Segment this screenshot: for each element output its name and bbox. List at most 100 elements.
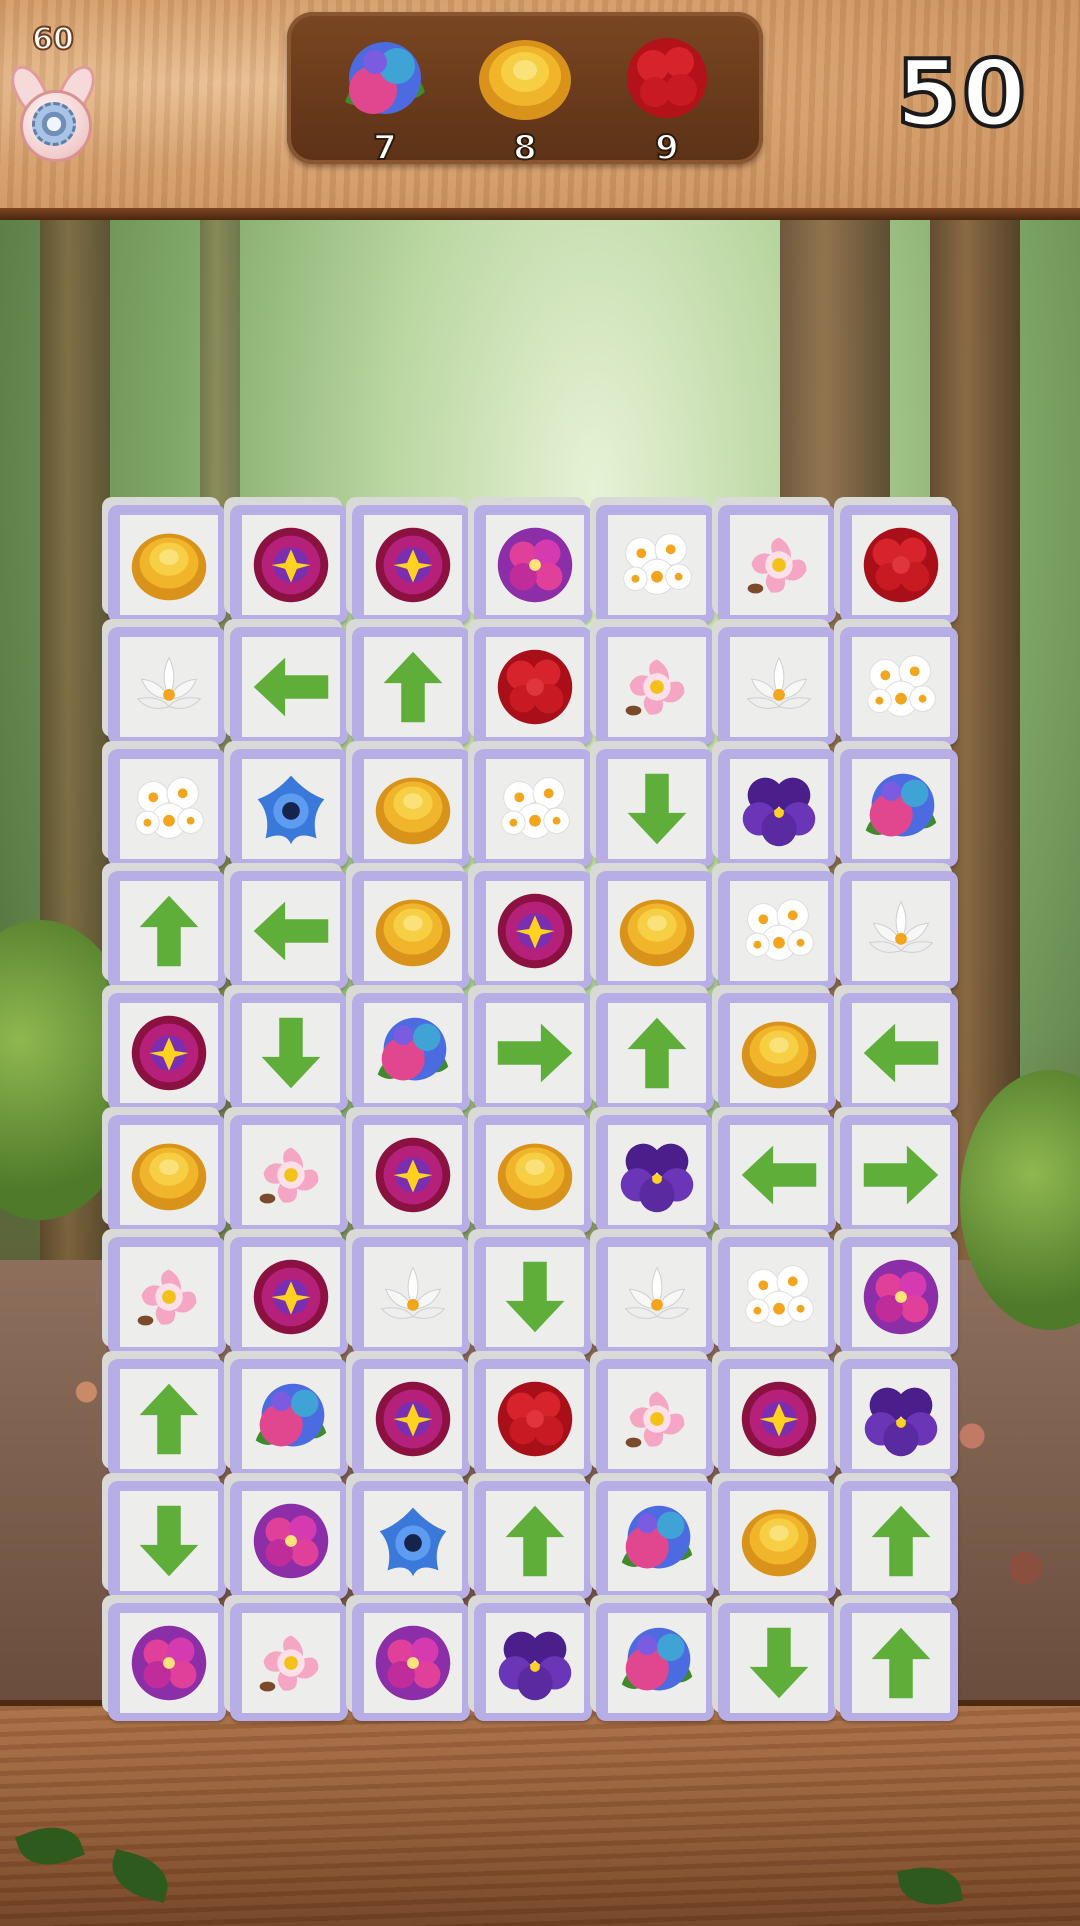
tile[interactable]: [840, 749, 958, 867]
tile[interactable]: [596, 1481, 714, 1599]
arrow-up-icon: [871, 1627, 931, 1699]
tile[interactable]: [718, 993, 836, 1111]
tile[interactable]: [718, 1603, 836, 1721]
pink-camellia-icon: [625, 659, 685, 716]
tile[interactable]: [718, 627, 836, 745]
tile[interactable]: [596, 1115, 714, 1233]
top-hud-bar: 60 7 8 9 50: [0, 0, 1080, 220]
primula-icon: [375, 527, 451, 603]
magenta-flower-icon: [863, 1259, 939, 1335]
tile[interactable]: [352, 871, 470, 989]
tile[interactable]: [840, 1115, 958, 1233]
tile[interactable]: [108, 993, 226, 1111]
tile[interactable]: [718, 1481, 836, 1599]
tile[interactable]: [352, 1237, 470, 1355]
primula-icon: [131, 1015, 207, 1091]
tile[interactable]: [108, 1481, 226, 1599]
tile[interactable]: [596, 1603, 714, 1721]
tile[interactable]: [474, 505, 592, 623]
tile[interactable]: [718, 1115, 836, 1233]
tile[interactable]: [108, 1115, 226, 1233]
goal-red-geranium: 9: [617, 32, 717, 169]
arrow-up-icon: [627, 1017, 687, 1089]
tile[interactable]: [230, 1237, 348, 1355]
tile[interactable]: [840, 1603, 958, 1721]
tile[interactable]: [718, 505, 836, 623]
tile[interactable]: [840, 1359, 958, 1477]
arrow-left-icon: [741, 1145, 817, 1205]
tile[interactable]: [840, 627, 958, 745]
yellow-ranunculus-goal-icon: [479, 40, 571, 120]
tile[interactable]: [718, 749, 836, 867]
daisy-bouquet-icon: [501, 777, 570, 839]
tile[interactable]: [352, 1603, 470, 1721]
tile[interactable]: [108, 627, 226, 745]
tile[interactable]: [840, 1237, 958, 1355]
tile-board: [108, 505, 980, 1745]
tile[interactable]: [230, 627, 348, 745]
hydrangea-icon: [621, 1627, 693, 1691]
goals-panel: 7 8 9: [287, 12, 763, 169]
tile[interactable]: [230, 1481, 348, 1599]
tile[interactable]: [352, 993, 470, 1111]
arrow-up-icon: [505, 1505, 565, 1577]
tile[interactable]: [474, 871, 592, 989]
tile[interactable]: [230, 1359, 348, 1477]
tile[interactable]: [108, 1359, 226, 1477]
tile[interactable]: [840, 1481, 958, 1599]
arrow-up-icon: [139, 895, 199, 967]
tile[interactable]: [230, 1115, 348, 1233]
tile[interactable]: [230, 749, 348, 867]
tile[interactable]: [352, 1359, 470, 1477]
magenta-flower-icon: [497, 527, 573, 603]
goal-count: 8: [512, 127, 538, 169]
tile[interactable]: [474, 1481, 592, 1599]
daisy-bouquet-icon: [623, 533, 692, 595]
tile[interactable]: [474, 627, 592, 745]
tile[interactable]: [840, 993, 958, 1111]
tile[interactable]: [352, 505, 470, 623]
tile[interactable]: [474, 1237, 592, 1355]
tile[interactable]: [230, 993, 348, 1111]
white-lotus-icon: [868, 900, 934, 953]
tile[interactable]: [596, 505, 714, 623]
tile[interactable]: [474, 1115, 592, 1233]
tile[interactable]: [718, 871, 836, 989]
tile[interactable]: [596, 993, 714, 1111]
tile[interactable]: [840, 505, 958, 623]
tile[interactable]: [596, 871, 714, 989]
white-lotus-icon: [380, 1266, 446, 1319]
tile[interactable]: [108, 871, 226, 989]
tile[interactable]: [230, 505, 348, 623]
tile[interactable]: [352, 749, 470, 867]
daisy-bouquet-icon: [745, 1265, 814, 1327]
tile[interactable]: [352, 627, 470, 745]
tile[interactable]: [596, 1359, 714, 1477]
primula-icon: [375, 1381, 451, 1457]
tile[interactable]: [230, 1603, 348, 1721]
tile[interactable]: [596, 749, 714, 867]
tile[interactable]: [718, 1237, 836, 1355]
tile[interactable]: [352, 1115, 470, 1233]
arrow-down-icon: [505, 1261, 565, 1333]
tile[interactable]: [596, 1237, 714, 1355]
tile[interactable]: [474, 1359, 592, 1477]
daisy-bouquet-icon: [867, 655, 936, 717]
yellow-ranunculus-icon: [741, 1021, 817, 1089]
tile[interactable]: [108, 505, 226, 623]
hydrangea-icon: [865, 773, 937, 837]
tile[interactable]: [108, 1603, 226, 1721]
tile[interactable]: [474, 1603, 592, 1721]
tile[interactable]: [108, 749, 226, 867]
tile[interactable]: [352, 1481, 470, 1599]
tile[interactable]: [596, 627, 714, 745]
tile[interactable]: [474, 749, 592, 867]
tile[interactable]: [840, 871, 958, 989]
tile[interactable]: [230, 871, 348, 989]
goal-hydrangea: 7: [335, 32, 435, 169]
tile[interactable]: [718, 1359, 836, 1477]
settings-button[interactable]: [4, 59, 102, 162]
arrow-right-icon: [863, 1145, 939, 1205]
tile[interactable]: [474, 993, 592, 1111]
tile[interactable]: [108, 1237, 226, 1355]
